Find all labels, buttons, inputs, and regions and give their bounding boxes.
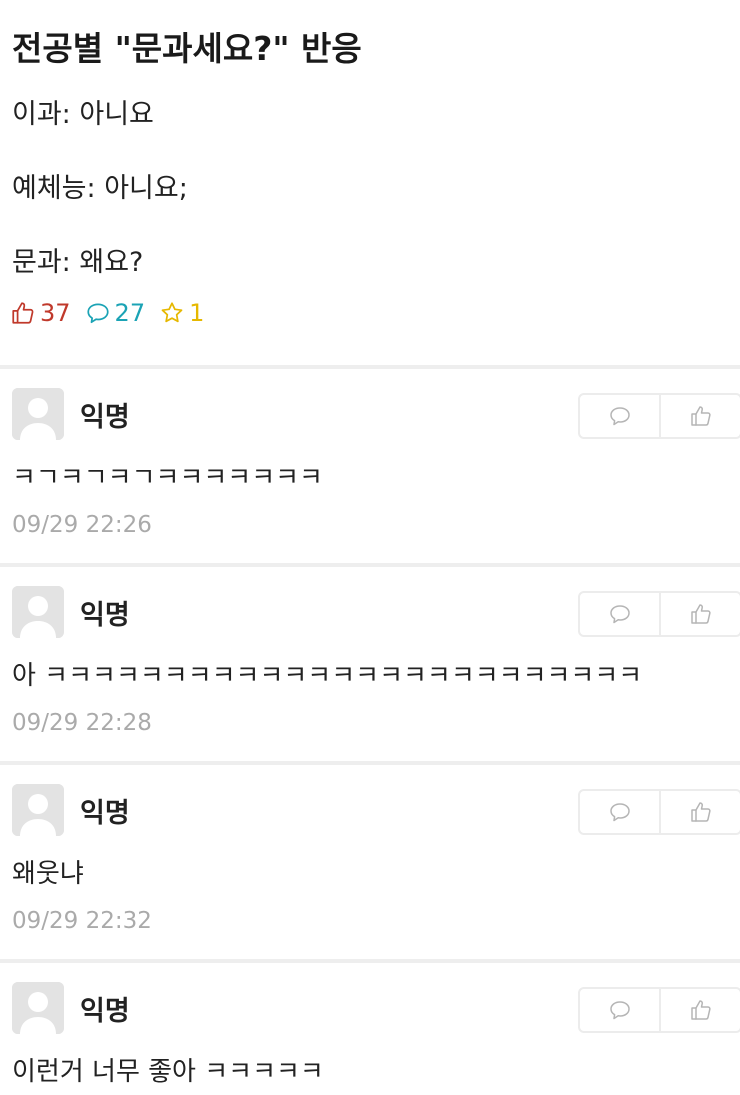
comment-item: 익명 이런거 너무 좋아 ㅋㅋㅋㅋㅋ [0,963,740,1095]
comment-text: 이런거 너무 좋아 ㅋㅋㅋㅋㅋ [12,1057,324,1087]
comment-author: 익명 [80,798,130,829]
comment-timestamp: 09/29 22:26 [12,512,152,538]
speech-bubble-icon [609,605,630,624]
thumbs-up-icon [690,802,711,822]
post-body-line: 이과: 아니요 [12,99,154,130]
comment-actions [578,591,740,637]
thumbs-up-icon [690,1000,711,1020]
comment-timestamp: 09/29 22:32 [12,908,152,934]
comment-actions [578,789,740,835]
thumbs-up-icon [690,406,711,426]
comment-item: 익명 ㅋㄱㅋㄱㅋㄱㅋㅋㅋㅋㅋㅋㅋ 09/29 22:26 [0,369,740,563]
like-comment-button[interactable] [659,791,740,833]
speech-bubble-icon [609,1001,630,1020]
comment-text: ㅋㄱㅋㄱㅋㄱㅋㅋㅋㅋㅋㅋㅋ [12,463,323,493]
like-comment-button[interactable] [659,989,740,1031]
post-title: 전공별 "문과세요?" 반응 [12,29,362,68]
default-avatar-icon [12,388,64,440]
comment-count-value: 27 [114,299,146,327]
post-body-line: 문과: 왜요? [12,247,144,278]
like-comment-button[interactable] [659,593,740,635]
like-count[interactable]: 37 [10,299,71,327]
reply-button[interactable] [580,791,659,833]
like-count-value: 37 [40,299,71,327]
scrap-count[interactable]: 1 [159,299,204,327]
thumbs-up-icon [12,302,34,324]
star-icon [161,302,183,323]
comment-actions [578,393,740,439]
post-body-line: 예체능: 아니요; [12,173,188,204]
reply-button[interactable] [580,593,659,635]
comment-text: 왜웃냐 [12,859,84,889]
comment-author: 익명 [80,996,130,1027]
default-avatar-icon [12,586,64,638]
comment-text: 아 ㅋㅋㅋㅋㅋㅋㅋㅋㅋㅋㅋㅋㅋㅋㅋㅋㅋㅋㅋㅋㅋㅋㅋㅋㅋ [12,661,643,691]
like-comment-button[interactable] [659,395,740,437]
scrap-count-value: 1 [189,299,205,327]
speech-bubble-icon [609,407,630,426]
reply-button[interactable] [580,395,659,437]
comment-item: 익명 왜웃냐 09/29 22:32 [0,765,740,959]
comment-author: 익명 [80,402,130,433]
comment-author: 익명 [80,600,130,631]
comment-count[interactable]: 27 [85,299,146,327]
thumbs-up-icon [690,604,711,624]
default-avatar-icon [12,982,64,1034]
speech-bubble-icon [86,303,109,324]
post: 전공별 "문과세요?" 반응 이과: 아니요 예체능: 아니요; 문과: 왜요?… [0,0,740,365]
default-avatar-icon [12,784,64,836]
post-stats: 37 27 1 [10,296,218,330]
comment-item: 익명 아 ㅋㅋㅋㅋㅋㅋㅋㅋㅋㅋㅋㅋㅋㅋㅋㅋㅋㅋㅋㅋㅋㅋㅋㅋㅋ 09/29 22:… [0,567,740,761]
comment-actions [578,987,740,1033]
speech-bubble-icon [609,803,630,822]
comment-timestamp: 09/29 22:28 [12,710,152,736]
reply-button[interactable] [580,989,659,1031]
